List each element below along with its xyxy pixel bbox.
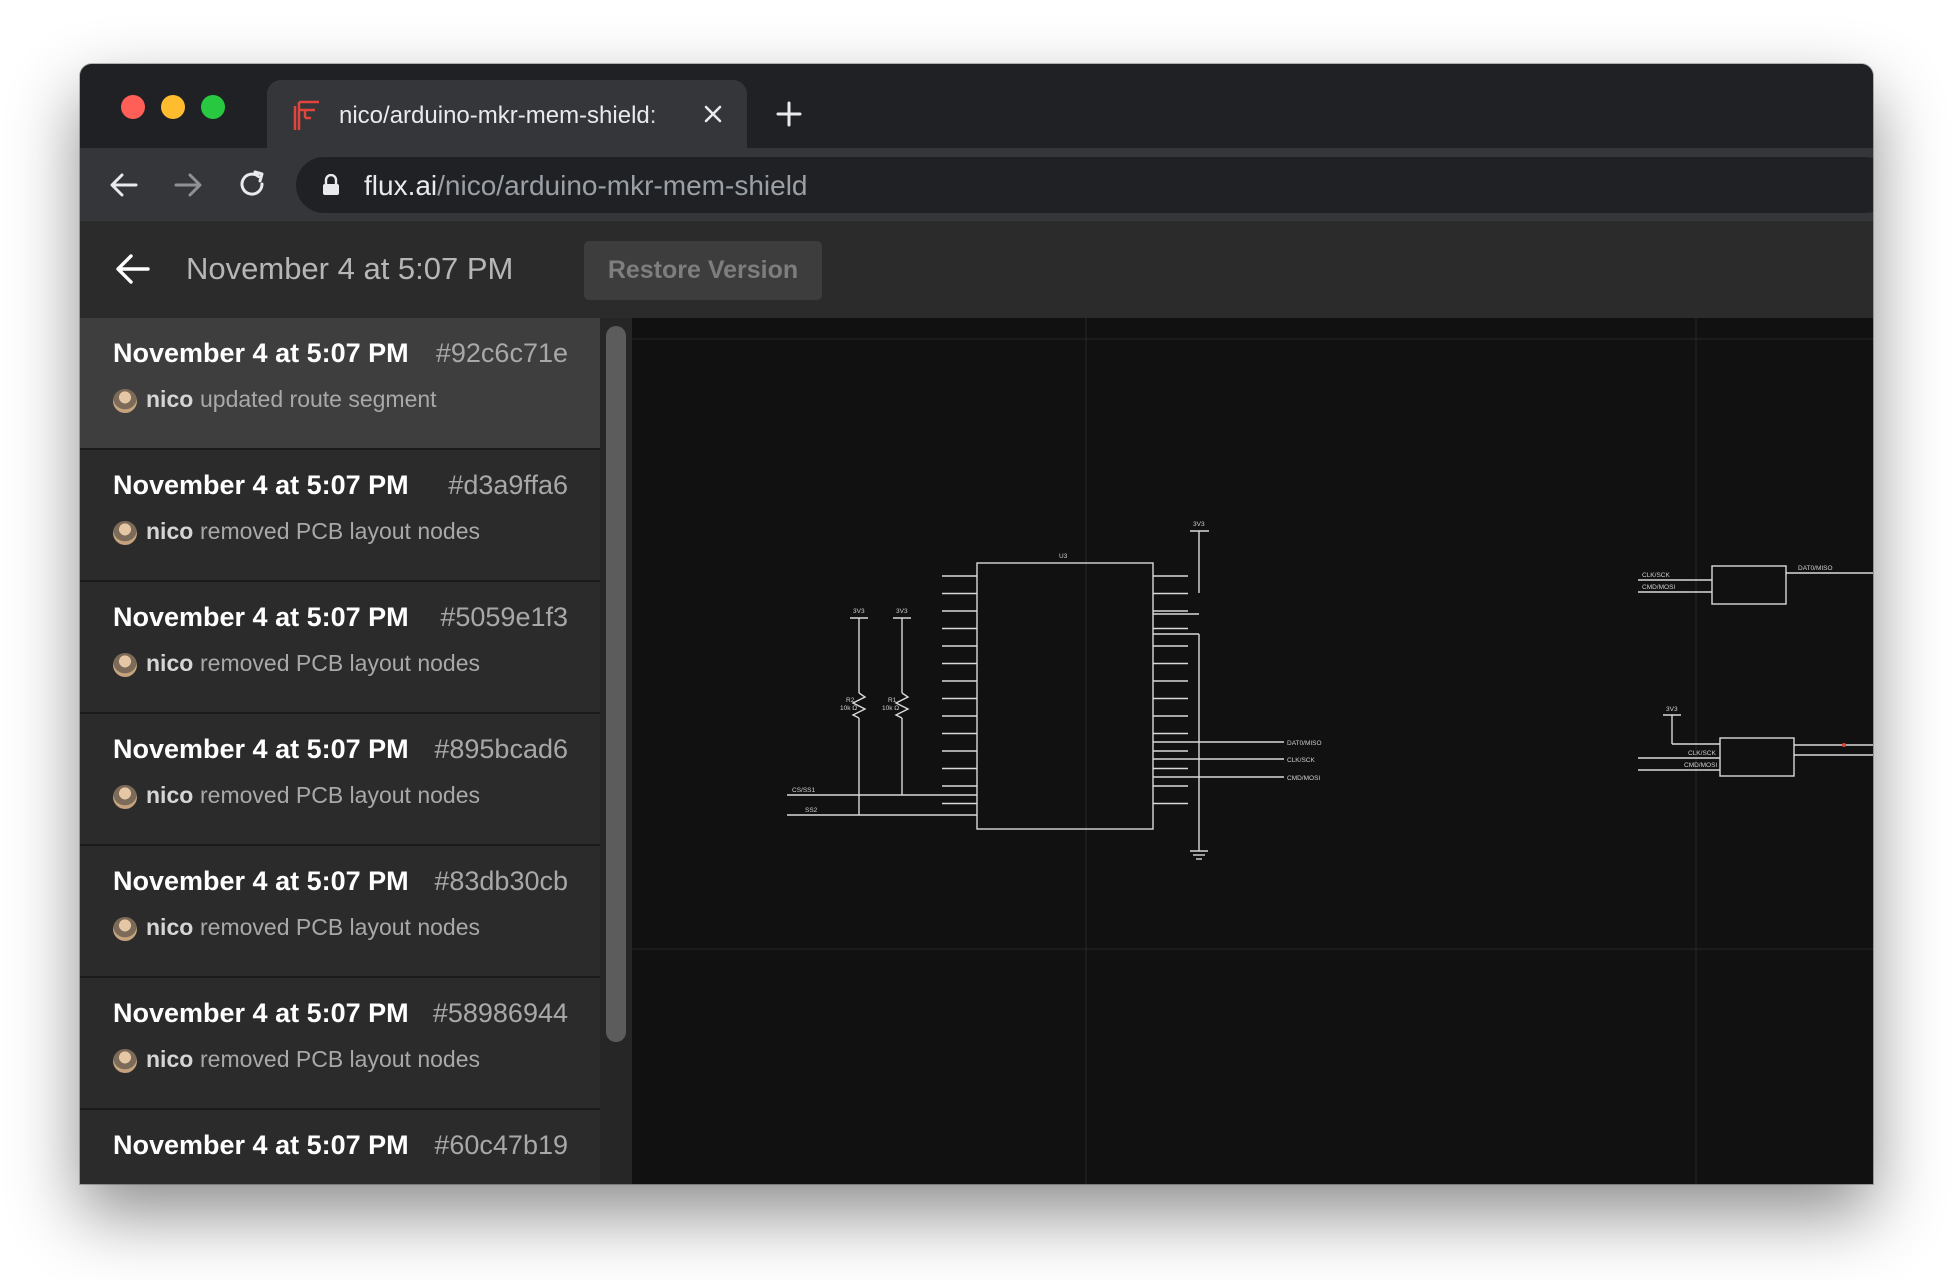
back-arrow-icon[interactable] [108, 170, 140, 200]
maximize-window-button[interactable] [201, 95, 225, 119]
r1-value: 10k Ω [882, 705, 899, 712]
version-hash: #83db30cb [434, 866, 568, 896]
version-date: November 4 at 5:07 PM [113, 1130, 409, 1160]
version-item[interactable]: November 4 at 5:07 PM #60c47b19 [80, 1110, 600, 1184]
reload-icon[interactable] [236, 168, 268, 200]
supply-3v3-label: 3V3 [1193, 521, 1205, 528]
schematic-drawing: U3 3V3 3V3 3V3 R2 10k Ω R1 10k Ω CS/SS1 … [632, 318, 1873, 1184]
version-action: removed PCB layout nodes [200, 1046, 480, 1072]
supply-3v3-r2-label: 3V3 [853, 608, 865, 615]
flux-logo-icon [293, 100, 319, 130]
net-dat0-label: DAT0/MISO [1287, 740, 1322, 747]
net-cs-label: CS/SS1 [792, 787, 816, 794]
version-hash: #92c6c71e [435, 338, 568, 368]
lock-icon [323, 174, 339, 195]
canvas-grid [632, 318, 1873, 1184]
page-title: November 4 at 5:07 PM [186, 251, 514, 286]
version-hash: #60c47b19 [434, 1130, 568, 1160]
u3-label: U3 [1059, 553, 1068, 560]
version-date: November 4 at 5:07 PM [113, 602, 409, 632]
url-host: flux.ai [364, 170, 438, 201]
browser-toolbar: flux.ai/nico/arduino-mkr-mem-shield [80, 148, 1873, 220]
version-user: nico [146, 782, 194, 808]
net-cmd-label: CMD/MOSI [1287, 775, 1320, 782]
version-hash: #d3a9ffa6 [448, 470, 568, 500]
version-header: November 4 at 5:07 PM Restore Version [80, 220, 1873, 318]
u3-right-pins [1153, 575, 1188, 805]
close-window-button[interactable] [121, 95, 145, 119]
version-date: November 4 at 5:07 PM [113, 734, 409, 764]
address-bar[interactable]: flux.ai/nico/arduino-mkr-mem-shield [296, 157, 1873, 213]
plus-icon[interactable] [775, 100, 803, 128]
url-path: /nico/arduino-mkr-mem-shield [437, 170, 808, 201]
tab-strip: nico/arduino-mkr-mem-shield: [80, 64, 1873, 148]
r1-label: R1 [888, 697, 897, 704]
version-date: November 4 at 5:07 PM [113, 338, 409, 368]
version-user: nico [146, 914, 194, 940]
u3-chip[interactable] [976, 562, 1154, 830]
net-clk-label-3: CLK/SCK [1688, 750, 1716, 757]
version-item[interactable]: November 4 at 5:07 PM #895bcad6 nico remove… [80, 714, 600, 846]
version-hash: #5059e1f3 [440, 602, 568, 632]
net-cmd-label-3: CMD/MOSI [1684, 762, 1717, 769]
partial-component-2[interactable] [1719, 737, 1795, 777]
error-marker [1842, 743, 1846, 747]
version-action: updated route segment [200, 386, 437, 412]
version-date: November 4 at 5:07 PM [113, 470, 409, 500]
supply-3v3-r1-label: 3V3 [896, 608, 908, 615]
version-user: nico [146, 1046, 194, 1072]
version-history-list: November 4 at 5:07 PM #92c6c71e nico update… [80, 318, 600, 1184]
url-text: flux.ai/nico/arduino-mkr-mem-shield [364, 170, 808, 202]
supply-3v3-label-2: 3V3 [1666, 706, 1678, 713]
restore-version-button[interactable]: Restore Version [584, 241, 822, 300]
forward-arrow-icon[interactable] [172, 170, 204, 200]
version-item[interactable]: November 4 at 5:07 PM #83db30cb nico remove… [80, 846, 600, 978]
version-action: removed PCB layout nodes [200, 518, 480, 544]
scrollbar-thumb[interactable] [606, 326, 626, 1042]
minimize-window-button[interactable] [161, 95, 185, 119]
avatar [113, 521, 137, 545]
avatar [113, 653, 137, 677]
browser-window: nico/arduino-mkr-mem-shield: flux.ai/nic… [80, 64, 1873, 1184]
version-item[interactable]: November 4 at 5:07 PM #58986944 nico remove… [80, 978, 600, 1110]
version-user: nico [146, 650, 194, 676]
schematic-canvas[interactable]: U3 3V3 3V3 3V3 R2 10k Ω R1 10k Ω CS/SS1 … [632, 318, 1873, 1184]
version-item[interactable]: November 4 at 5:07 PM #d3a9ffa6 nico remove… [80, 450, 600, 582]
version-hash: #58986944 [432, 998, 568, 1028]
version-user: nico [146, 386, 194, 412]
arrow-left-icon[interactable] [114, 251, 152, 287]
version-item[interactable]: November 4 at 5:07 PM #5059e1f3 nico remove… [80, 582, 600, 714]
tab-title: nico/arduino-mkr-mem-shield: [339, 102, 657, 129]
close-icon[interactable] [703, 104, 723, 124]
partial-component-1[interactable] [1711, 565, 1787, 605]
u3-left-pins [942, 575, 977, 805]
net-clk-label: CLK/SCK [1287, 757, 1315, 764]
net-ss2-label: SS2 [805, 807, 818, 814]
avatar [113, 1049, 137, 1073]
version-action: removed PCB layout nodes [200, 914, 480, 940]
avatar [113, 389, 137, 413]
net-clk-label-2: CLK/SCK [1642, 572, 1670, 579]
version-action: removed PCB layout nodes [200, 782, 480, 808]
net-dat0-label-2: DAT0/MISO [1798, 565, 1833, 572]
version-date: November 4 at 5:07 PM [113, 866, 409, 896]
version-item[interactable]: November 4 at 5:07 PM #92c6c71e nico update… [80, 318, 600, 450]
version-hash: #895bcad6 [434, 734, 568, 764]
browser-tab[interactable]: nico/arduino-mkr-mem-shield: [267, 80, 747, 148]
r2-value: 10k Ω [840, 705, 857, 712]
version-user: nico [146, 518, 194, 544]
version-date: November 4 at 5:07 PM [113, 998, 409, 1028]
avatar [113, 917, 137, 941]
version-action: removed PCB layout nodes [200, 650, 480, 676]
net-cmd-label-2: CMD/MOSI [1642, 584, 1675, 591]
avatar [113, 785, 137, 809]
r2-label: R2 [846, 697, 855, 704]
